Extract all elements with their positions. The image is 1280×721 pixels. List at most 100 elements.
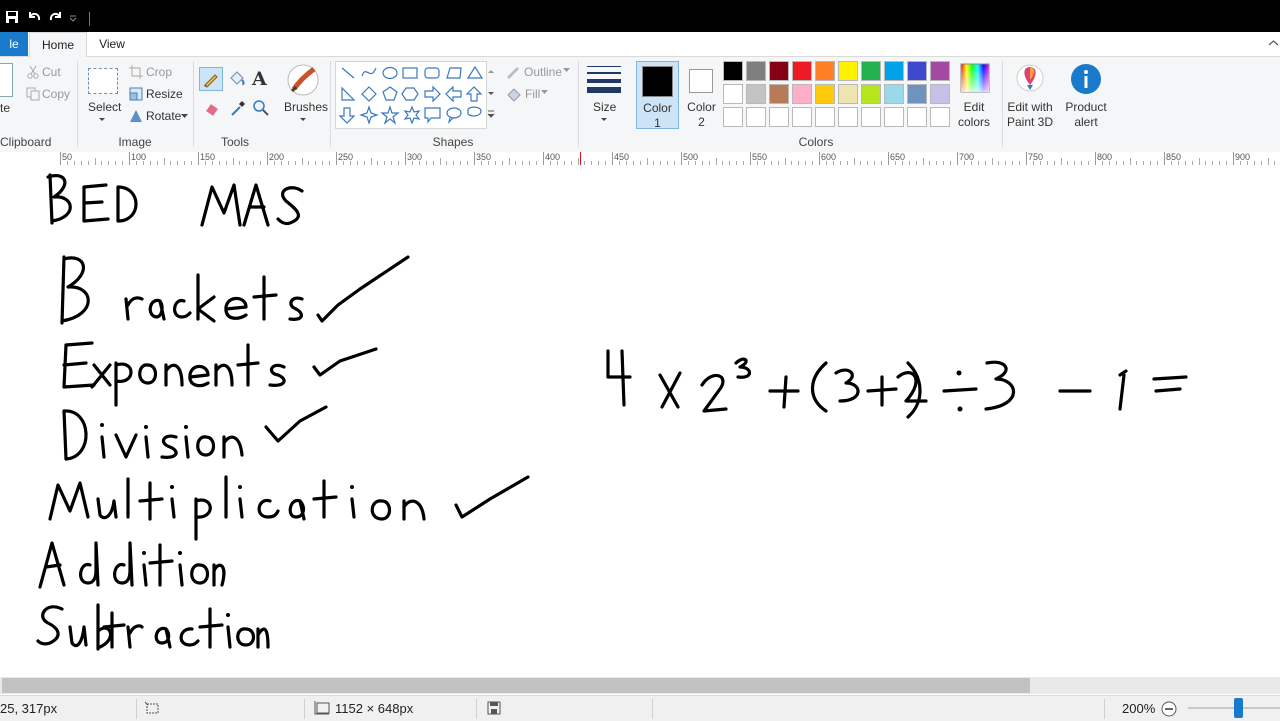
palette-swatch[interactable] <box>930 61 950 81</box>
image-group-label: Image <box>118 135 152 149</box>
horizontal-scrollbar-thumb[interactable] <box>2 678 1030 693</box>
tools-group-label: Tools <box>220 135 249 149</box>
paste-icon[interactable] <box>0 63 13 97</box>
palette-swatch[interactable] <box>769 84 789 104</box>
brushes-button[interactable]: Brushes <box>284 100 328 114</box>
color2-button[interactable]: Color 2 <box>680 61 723 129</box>
color1-button[interactable]: Color 1 <box>636 61 679 130</box>
palette-swatch[interactable] <box>723 84 743 104</box>
ruler-minor-tick <box>1060 158 1062 165</box>
zoom-out-icon[interactable] <box>1161 701 1177 717</box>
ruler-minor-tick <box>991 158 993 165</box>
palette-custom-slot[interactable] <box>907 107 927 127</box>
select-icon[interactable] <box>88 68 118 94</box>
ruler-minor-tick <box>1129 158 1131 165</box>
status-bar: 25, 317px 1152 × 648px 200% <box>0 695 1280 721</box>
separator <box>1104 699 1105 719</box>
palette-custom-slot[interactable] <box>723 107 743 127</box>
palette-custom-slot[interactable] <box>815 107 835 127</box>
ruler-major-tick <box>267 152 268 165</box>
customize-quick-access-icon[interactable] <box>69 14 77 22</box>
ruler-major-tick <box>612 152 613 165</box>
fill-button[interactable]: Fill <box>525 87 540 101</box>
palette-swatch[interactable] <box>884 61 904 81</box>
tab-home[interactable]: Home <box>29 32 87 58</box>
palette-swatch[interactable] <box>930 84 950 104</box>
paste-button[interactable]: te <box>0 101 10 115</box>
palette-swatch[interactable] <box>746 84 766 104</box>
copy-button[interactable]: Copy <box>42 87 70 101</box>
edit-colors-label[interactable]: Edit <box>951 100 997 114</box>
zoom-slider-thumb[interactable] <box>1234 698 1243 718</box>
edit-colors-icon[interactable] <box>960 63 990 93</box>
ruler-minor-tick <box>94 158 96 165</box>
palette-swatch[interactable] <box>723 61 743 81</box>
palette-custom-slot[interactable] <box>746 107 766 127</box>
separator <box>652 699 653 719</box>
ruler-minor-tick <box>163 158 165 165</box>
palette-custom-slot[interactable] <box>838 107 858 127</box>
product-alert-label[interactable]: Product <box>1060 100 1112 114</box>
rotate-dropdown-icon[interactable] <box>181 114 188 119</box>
separator <box>578 61 579 147</box>
crop-button[interactable]: Crop <box>146 65 172 79</box>
brushes-icon[interactable] <box>286 63 320 97</box>
tab-view[interactable]: View <box>90 32 134 56</box>
paint-3d-label-2[interactable]: Paint 3D <box>1005 115 1055 129</box>
select-dropdown-icon[interactable] <box>98 117 106 123</box>
outline-button[interactable]: Outline <box>524 65 562 79</box>
color1-label: Color <box>643 101 672 115</box>
fill-bucket-icon[interactable] <box>227 69 247 89</box>
info-icon[interactable] <box>1070 63 1102 95</box>
fill-dropdown-icon[interactable] <box>541 90 548 95</box>
palette-swatch[interactable] <box>815 84 835 104</box>
size-button[interactable]: Size <box>593 100 616 114</box>
size-icon[interactable] <box>587 64 621 94</box>
ruler-minor-tick <box>577 158 579 165</box>
palette-custom-slot[interactable] <box>930 107 950 127</box>
ruler-minor-tick <box>232 158 234 165</box>
palette-swatch[interactable] <box>907 84 927 104</box>
cut-button[interactable]: Cut <box>42 65 61 79</box>
palette-swatch[interactable] <box>792 61 812 81</box>
undo-icon[interactable] <box>26 9 42 25</box>
palette-custom-slot[interactable] <box>792 107 812 127</box>
size-dropdown-icon[interactable] <box>600 117 608 123</box>
palette-swatch[interactable] <box>861 84 881 104</box>
color2-number: 2 <box>698 115 705 129</box>
palette-custom-slot[interactable] <box>769 107 789 127</box>
palette-swatch[interactable] <box>815 61 835 81</box>
palette-swatch[interactable] <box>838 84 858 104</box>
brushes-dropdown-icon[interactable] <box>299 117 307 123</box>
shapes-gallery[interactable] <box>335 61 487 129</box>
shapes-scroll-icon[interactable] <box>487 67 495 123</box>
palette-swatch[interactable] <box>838 61 858 81</box>
text-tool-icon[interactable]: A <box>252 68 267 90</box>
rotate-button[interactable]: Rotate <box>146 109 181 123</box>
product-alert-label-2[interactable]: alert <box>1060 115 1112 129</box>
paint-3d-label[interactable]: Edit with <box>1005 100 1055 114</box>
outline-dropdown-icon[interactable] <box>563 68 570 73</box>
paint-3d-icon[interactable] <box>1015 63 1045 95</box>
palette-custom-slot[interactable] <box>884 107 904 127</box>
horizontal-scrollbar[interactable] <box>0 677 1280 694</box>
magnifier-icon[interactable] <box>252 99 270 117</box>
color-picker-icon[interactable] <box>229 99 247 117</box>
palette-custom-slot[interactable] <box>861 107 881 127</box>
drawing-canvas[interactable] <box>0 165 1280 677</box>
select-button[interactable]: Select <box>88 100 121 114</box>
palette-swatch[interactable] <box>884 84 904 104</box>
collapse-ribbon-icon[interactable] <box>1268 39 1279 47</box>
resize-button[interactable]: Resize <box>146 87 183 101</box>
edit-colors-label-2[interactable]: colors <box>951 115 997 129</box>
palette-swatch[interactable] <box>746 61 766 81</box>
redo-icon[interactable] <box>48 9 64 25</box>
palette-swatch[interactable] <box>861 61 881 81</box>
eraser-icon[interactable] <box>203 99 221 117</box>
palette-swatch[interactable] <box>792 84 812 104</box>
palette-swatch[interactable] <box>769 61 789 81</box>
pencil-tool[interactable] <box>199 67 223 91</box>
save-icon[interactable] <box>4 9 20 25</box>
palette-swatch[interactable] <box>907 61 927 81</box>
tab-file[interactable]: le <box>0 32 28 56</box>
